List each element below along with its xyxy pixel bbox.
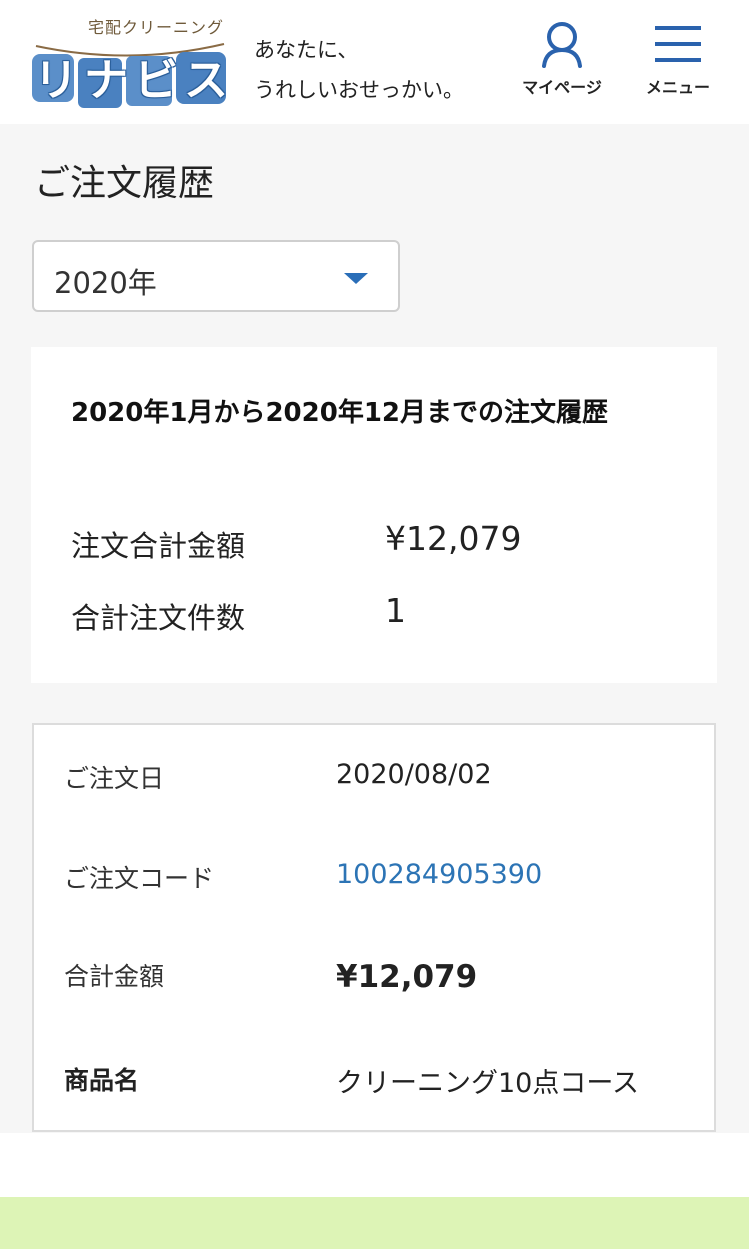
summary-label: 注文合計金額	[71, 529, 246, 563]
caret-down-icon	[344, 273, 368, 284]
year-select-value: 2020年	[54, 266, 157, 300]
order-date-label: ご注文日	[64, 764, 165, 793]
page-title: ご注文履歴	[34, 163, 215, 204]
summary-heading: 2020年1月から2020年12月までの注文履歴	[71, 398, 608, 428]
order-date-value: 2020/08/02	[336, 759, 492, 790]
order-card: ご注文日 2020/08/02 ご注文コード 100284905390 合計金額…	[32, 723, 716, 1132]
order-product-value: クリーニング10点コース	[336, 1068, 640, 1099]
order-code-label: ご注文コード	[64, 864, 215, 893]
order-row-date: ご注文日 2020/08/02	[64, 759, 684, 799]
menu-label: メニュー	[645, 78, 710, 97]
site-logo[interactable]: 宅配クリーニング リナビス	[26, 14, 234, 110]
tagline: あなたに、 うれしいおせっかい。	[254, 30, 504, 110]
logo-wordmark: リナビス	[34, 55, 234, 106]
hamburger-icon	[655, 26, 701, 62]
order-row-total: 合計金額 ¥12,079	[64, 957, 684, 997]
order-total-value: ¥12,079	[336, 959, 478, 995]
mypage-label: マイページ	[522, 78, 602, 97]
order-product-label: 商品名	[64, 1066, 140, 1095]
site-header: 宅配クリーニング リナビス あなたに、 うれしいおせっかい。 マイページ メニュ…	[0, 0, 749, 124]
summary-value: ¥12,079	[385, 519, 522, 558]
order-code-link[interactable]: 100284905390	[336, 859, 542, 890]
tagline-line-1: あなたに、	[254, 38, 359, 62]
order-summary-card: 2020年1月から2020年12月までの注文履歴 注文合計金額 ¥12,079 …	[31, 347, 717, 683]
year-select[interactable]: 2020年	[32, 240, 400, 312]
order-total-label: 合計金額	[64, 962, 165, 991]
order-row-code: ご注文コード 100284905390	[64, 859, 684, 899]
footer-spacer	[0, 1133, 749, 1197]
summary-label: 合計注文件数	[71, 601, 246, 635]
mypage-button[interactable]: マイページ	[512, 20, 612, 100]
footer-band	[0, 1197, 749, 1249]
user-icon	[542, 22, 582, 68]
menu-button[interactable]: メニュー	[628, 20, 728, 100]
tagline-line-2: うれしいおせっかい。	[254, 78, 464, 102]
summary-value: 1	[385, 591, 406, 630]
order-row-product: 商品名 クリーニング10点コース	[64, 1061, 684, 1101]
